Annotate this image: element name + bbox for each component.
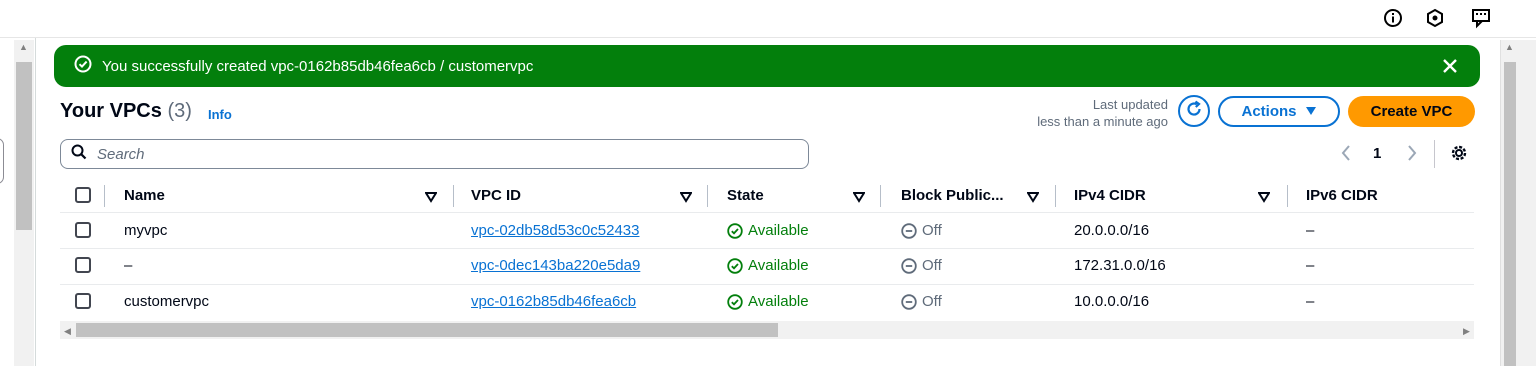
- status-off-icon: [901, 293, 917, 310]
- column-header-name[interactable]: Name: [124, 187, 165, 204]
- scroll-left-icon[interactable]: ◀: [64, 326, 71, 337]
- vpc-name: customervpc: [124, 293, 210, 310]
- chevron-left-icon[interactable]: [1340, 144, 1354, 164]
- vpc-state-text: Available: [748, 293, 809, 310]
- column-separator: [1287, 185, 1288, 207]
- column-separator: [707, 185, 708, 207]
- last-updated-value: less than a minute ago: [1037, 114, 1168, 129]
- column-separator: [880, 185, 881, 207]
- top-bar: [0, 0, 1536, 38]
- header-divider: [60, 212, 1474, 213]
- vpc-state: Available: [727, 293, 809, 310]
- left-scroll-up-icon[interactable]: ▲: [19, 42, 28, 52]
- vpc-state: Available: [727, 222, 809, 239]
- scroll-right-icon[interactable]: ▶: [1463, 326, 1470, 337]
- column-separator: [104, 185, 105, 207]
- vpc-id-link[interactable]: vpc-0dec143ba220e5da9: [471, 257, 640, 274]
- info-link[interactable]: Info: [208, 107, 232, 122]
- feedback-icon[interactable]: [1468, 5, 1494, 31]
- status-off-icon: [901, 222, 917, 239]
- block-public-status: Off: [901, 222, 942, 239]
- caret-down-icon: [1305, 103, 1317, 120]
- vpc-state-text: Available: [748, 222, 809, 239]
- select-all-checkbox[interactable]: [75, 187, 91, 203]
- hexagon-icon[interactable]: [1422, 5, 1448, 31]
- page-title-text: Your VPCs: [60, 100, 162, 122]
- table-horizontal-scrollbar-thumb[interactable]: [76, 323, 778, 337]
- row-divider: [60, 284, 1474, 285]
- ipv4-cidr: 20.0.0.0/16: [1074, 222, 1150, 239]
- vpc-name: myvpc: [124, 222, 168, 239]
- last-updated: Last updated less than a minute ago: [1037, 96, 1168, 130]
- vpc-count: (3): [167, 100, 192, 122]
- chevron-right-icon[interactable]: [1406, 144, 1420, 164]
- search-field[interactable]: [60, 139, 809, 169]
- actions-label: Actions: [1241, 103, 1297, 120]
- page-scroll-up-icon[interactable]: ▲: [1505, 42, 1514, 52]
- row-checkbox[interactable]: [75, 257, 91, 273]
- row-checkbox[interactable]: [75, 293, 91, 309]
- left-scrollbar-thumb[interactable]: [16, 62, 32, 230]
- success-flashbar: You successfully created vpc-0162b85db46…: [54, 45, 1480, 87]
- vpc-id-link[interactable]: vpc-02db58d53c0c52433: [471, 222, 639, 239]
- vpc-name: –: [124, 257, 133, 274]
- block-public-text: Off: [922, 293, 942, 310]
- block-public-text: Off: [922, 257, 942, 274]
- column-header-ipv6-cidr[interactable]: IPv6 CIDR: [1306, 187, 1378, 204]
- block-public-status: Off: [901, 257, 942, 274]
- row-divider: [60, 248, 1474, 249]
- pagination-divider: [1434, 140, 1435, 168]
- status-available-icon: [727, 222, 743, 239]
- page-scrollbar-thumb[interactable]: [1504, 62, 1516, 366]
- column-header-block-public[interactable]: Block Public...: [901, 187, 1004, 204]
- row-checkbox[interactable]: [75, 222, 91, 238]
- status-available-icon: [727, 293, 743, 310]
- gear-icon[interactable]: [1449, 143, 1469, 163]
- block-public-status: Off: [901, 293, 942, 310]
- sort-icon[interactable]: [1257, 190, 1271, 203]
- status-off-icon: [901, 257, 917, 274]
- column-separator: [1055, 185, 1056, 207]
- actions-button[interactable]: Actions: [1218, 96, 1340, 127]
- column-header-ipv4-cidr[interactable]: IPv4 CIDR: [1074, 187, 1146, 204]
- close-icon[interactable]: [1438, 54, 1462, 78]
- collapsed-panel-toggle[interactable]: [0, 138, 4, 184]
- create-vpc-button[interactable]: Create VPC: [1348, 96, 1475, 127]
- sort-icon[interactable]: [424, 190, 438, 203]
- page-title: Your VPCs (3): [60, 100, 192, 123]
- ipv6-cidr: –: [1306, 222, 1315, 239]
- status-available-icon: [727, 257, 743, 274]
- sort-icon[interactable]: [1026, 190, 1040, 203]
- sort-icon[interactable]: [679, 190, 693, 203]
- last-updated-label: Last updated: [1092, 97, 1168, 112]
- info-icon[interactable]: [1380, 5, 1406, 31]
- ipv4-cidr: 172.31.0.0/16: [1074, 257, 1166, 274]
- column-header-vpc-id[interactable]: VPC ID: [471, 187, 521, 204]
- column-header-state[interactable]: State: [727, 187, 764, 204]
- search-icon: [71, 144, 87, 165]
- vpc-id-link[interactable]: vpc-0162b85db46fea6cb: [471, 293, 636, 310]
- column-separator: [453, 185, 454, 207]
- search-input[interactable]: [97, 145, 777, 163]
- ipv4-cidr: 10.0.0.0/16: [1074, 293, 1150, 310]
- block-public-text: Off: [922, 222, 942, 239]
- success-icon: [74, 55, 92, 77]
- refresh-icon: [1184, 99, 1204, 124]
- ipv6-cidr: –: [1306, 293, 1315, 310]
- vpc-state: Available: [727, 257, 809, 274]
- flash-message: You successfully created vpc-0162b85db46…: [102, 57, 534, 75]
- ipv6-cidr: –: [1306, 257, 1315, 274]
- sort-icon[interactable]: [852, 190, 866, 203]
- refresh-button[interactable]: [1178, 95, 1210, 127]
- current-page[interactable]: 1: [1373, 145, 1381, 162]
- vpc-state-text: Available: [748, 257, 809, 274]
